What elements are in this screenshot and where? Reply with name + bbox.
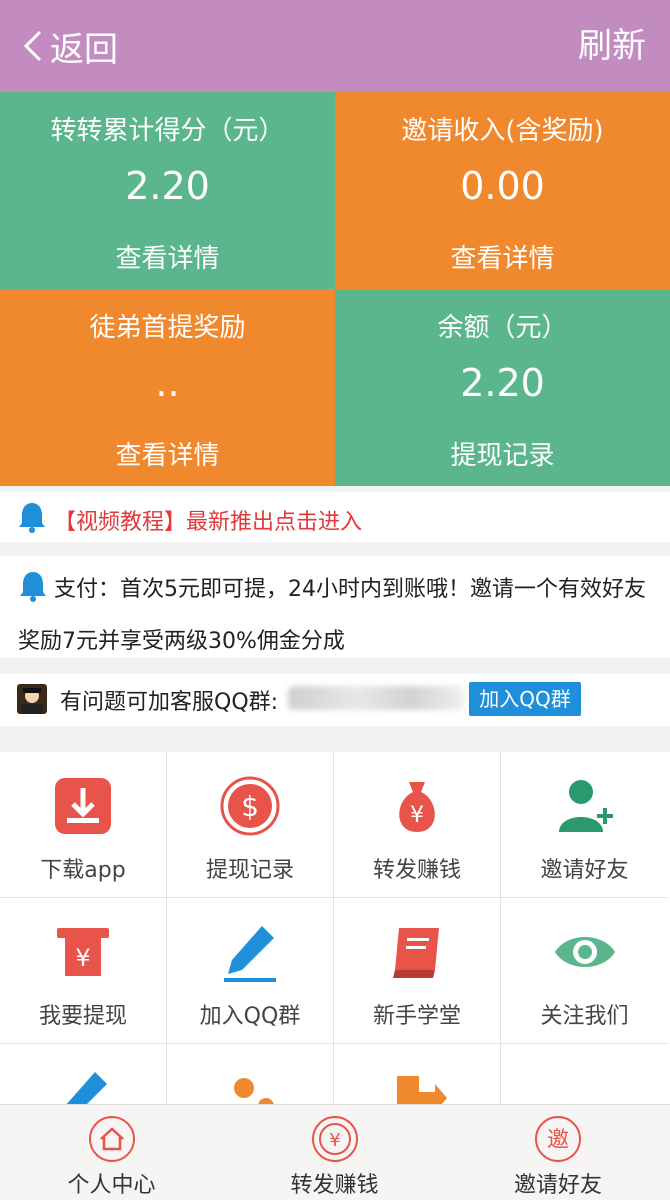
home-icon [88,1116,135,1162]
menu-grid: 下载app $ 提现记录 ¥ 转发赚钱 邀请好友 ¥ 我要提现 加入QQ群 新手… [0,752,670,1190]
menu-item-follow-us[interactable]: 关注我们 [501,898,668,1044]
svg-text:¥: ¥ [329,1130,340,1151]
stat-tile-balance: 余额（元） 2.20 提现记录 [335,289,670,486]
bottom-tab-bar: 个人中心 ¥ 转发赚钱 邀 邀请好友 [0,1104,670,1200]
menu-item-label: 关注我们 [540,1004,629,1029]
blurred-qq-number [288,686,464,710]
withdraw-records-link[interactable]: 提现记录 [335,435,670,472]
menu-item-beginner-school[interactable]: 新手学堂 [334,898,501,1044]
stat-value: 2.20 [460,361,545,405]
payment-notice: 支付：首次5元即可提，24小时内到账哦！邀请一个有效好友奖励7元并享受两级30%… [0,556,670,658]
view-details-link[interactable]: 查看详情 [0,238,335,275]
stat-tile-invite-income: 邀请收入(含奖励) 0.00 查看详情 [335,92,670,289]
stat-tile-apprentice-reward: 徒弟首提奖励 .. 查看详情 [0,289,335,486]
video-tutorial-notice[interactable]: 【视频教程】最新推出点击进入 [0,492,670,542]
menu-item-label: 加入QQ群 [199,1004,301,1029]
menu-item-label: 邀请好友 [540,858,629,883]
qq-group-text: 有问题可加客服QQ群: [60,690,279,715]
menu-item-withdraw-records[interactable]: $ 提现记录 [167,752,334,898]
view-details-link[interactable]: 查看详情 [335,238,670,275]
stat-title: 徒弟首提奖励 [89,313,246,343]
stat-value: .. [155,361,180,405]
menu-item-download-app[interactable]: 下载app [0,752,167,898]
payment-notice-text: 支付：首次5元即可提，24小时内到账哦！邀请一个有效好友奖励7元并享受两级30%… [18,577,646,654]
menu-item-join-qq[interactable]: 加入QQ群 [167,898,334,1044]
stat-title: 余额（元） [437,313,568,343]
svg-text:邀: 邀 [547,1128,569,1153]
stat-tile-cumulative-score: 转转累计得分（元） 2.20 查看详情 [0,92,335,289]
svg-text:$: $ [241,790,259,823]
refresh-button[interactable]: 刷新 [578,22,646,70]
money-bag-icon: ¥ [399,782,435,832]
eye-icon [554,937,615,967]
download-icon [55,778,111,834]
qq-group-row: 有问题可加客服QQ群: 加入QQ群 [0,674,670,726]
stat-value: 2.20 [125,164,210,208]
video-tutorial-text: 【视频教程】最新推出点击进入 [54,510,363,535]
menu-item-forward-earn[interactable]: ¥ 转发赚钱 [334,752,501,898]
dollar-coin-icon: $ [220,776,280,836]
stat-title: 邀请收入(含奖励) [401,116,604,146]
menu-item-label: 新手学堂 [372,1004,461,1029]
tab-forward-earn[interactable]: ¥ 转发赚钱 [223,1105,446,1200]
add-user-icon [558,780,613,832]
menu-item-label: 提现记录 [205,858,294,883]
menu-item-label: 下载app [40,858,126,883]
menu-item-label: 我要提现 [38,1004,127,1029]
tab-label: 转发赚钱 [290,1173,379,1198]
tab-label: 个人中心 [67,1173,156,1198]
menu-item-invite-friends[interactable]: 邀请好友 [501,752,668,898]
chevron-left-icon [23,30,42,62]
back-button[interactable]: 返回 [22,22,118,70]
top-bar: 返回 刷新 [0,0,670,92]
join-qq-group-button[interactable]: 加入QQ群 [469,682,581,716]
tab-invite-friends[interactable]: 邀 邀请好友 [446,1105,670,1200]
menu-item-withdraw[interactable]: ¥ 我要提现 [0,898,167,1044]
customer-service-avatar [17,684,47,714]
back-label: 返回 [50,29,118,70]
svg-text:¥: ¥ [410,803,424,828]
bell-icon [19,503,45,533]
stat-title: 转转累计得分（元） [50,116,285,146]
invite-icon: 邀 [535,1116,581,1162]
menu-item-label: 转发赚钱 [372,858,461,883]
stat-value: 0.00 [460,164,545,208]
svg-text:¥: ¥ [75,944,90,972]
tab-label: 邀请好友 [513,1173,602,1198]
tab-personal-center[interactable]: 个人中心 [0,1105,223,1200]
atm-withdraw-icon: ¥ [57,928,109,976]
book-icon [393,928,439,978]
pencil-icon [224,926,276,982]
view-details-link[interactable]: 查看详情 [0,435,335,472]
yen-coin-icon: ¥ [311,1116,358,1162]
